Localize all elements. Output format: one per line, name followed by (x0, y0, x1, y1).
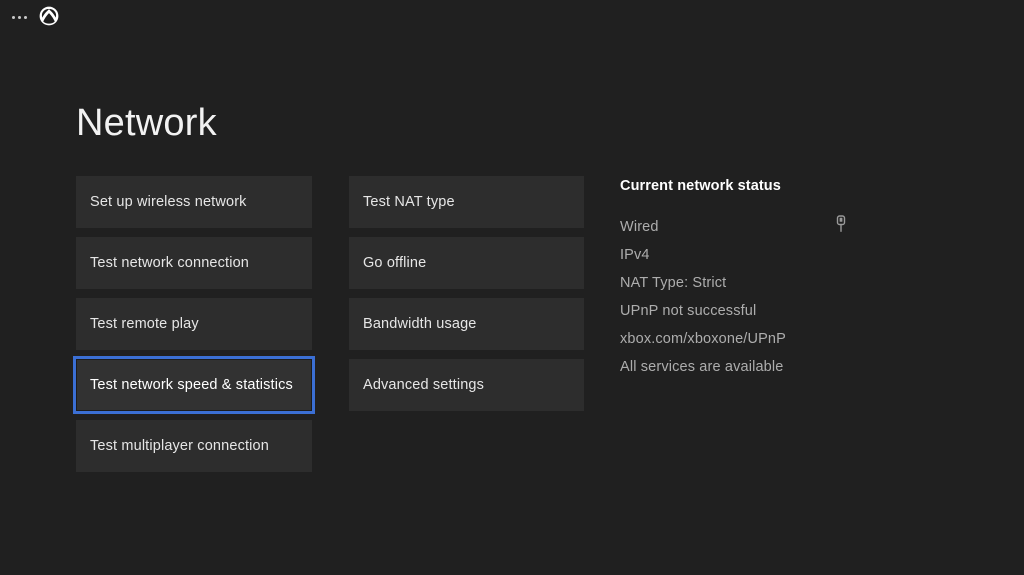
ellipsis-dot (18, 16, 21, 19)
settings-column-two: Test NAT type Go offline Bandwidth usage Ad… (349, 176, 584, 420)
settings-tile[interactable]: Bandwidth usage (349, 298, 584, 350)
ellipsis-dot (12, 16, 15, 19)
status-row: xbox.com/xboxone/UPnP (620, 325, 960, 353)
settings-tile-label: Set up wireless network (90, 194, 247, 210)
settings-tile-label: Go offline (363, 255, 426, 271)
page-title: Network (76, 100, 217, 146)
settings-column-one: Set up wireless network Test network conn… (76, 176, 312, 481)
xbox-logo-icon[interactable] (39, 6, 59, 26)
status-row-text: Wired (620, 219, 659, 235)
status-row-text: xbox.com/xboxone/UPnP (620, 331, 786, 347)
status-row: IPv4 (620, 241, 960, 269)
xbox-network-settings-screen: Network Set up wireless network Test netw… (0, 0, 1024, 575)
settings-tile-label: Test remote play (90, 316, 199, 332)
settings-tile[interactable]: Test remote play (76, 298, 312, 350)
settings-tile[interactable]: Test network speed & statistics (76, 359, 312, 411)
settings-tile[interactable]: Test network connection (76, 237, 312, 289)
settings-tile[interactable]: Go offline (349, 237, 584, 289)
settings-tile[interactable]: Set up wireless network (76, 176, 312, 228)
status-row-list: Wired IPv4 NAT Type: Strict UPnP not succes… (620, 213, 960, 381)
settings-tile[interactable]: Test multiplayer connection (76, 420, 312, 472)
settings-tile[interactable]: Advanced settings (349, 359, 584, 411)
settings-tile[interactable]: Test NAT type (349, 176, 584, 228)
settings-tile-label: Test network connection (90, 255, 249, 271)
status-row-text: All services are available (620, 359, 783, 375)
status-row-text: UPnP not successful (620, 303, 756, 319)
ellipsis-icon[interactable] (8, 7, 30, 27)
settings-tile-label: Test network speed & statistics (90, 377, 293, 393)
status-row-text: IPv4 (620, 247, 650, 263)
status-row: All services are available (620, 353, 960, 381)
settings-tile-label: Advanced settings (363, 377, 484, 393)
status-row: UPnP not successful (620, 297, 960, 325)
settings-tile-label: Bandwidth usage (363, 316, 477, 332)
ethernet-plug-icon (834, 215, 848, 233)
status-row-text: NAT Type: Strict (620, 275, 726, 291)
status-row: Wired (620, 213, 960, 241)
ellipsis-dot (24, 16, 27, 19)
status-panel-title: Current network status (620, 178, 960, 194)
settings-tile-label: Test multiplayer connection (90, 438, 269, 454)
current-network-status-panel: Current network status Wired IPv4 NAT Type… (620, 178, 960, 381)
system-bar (0, 0, 1024, 34)
settings-tile-label: Test NAT type (363, 194, 455, 210)
status-row: NAT Type: Strict (620, 269, 960, 297)
